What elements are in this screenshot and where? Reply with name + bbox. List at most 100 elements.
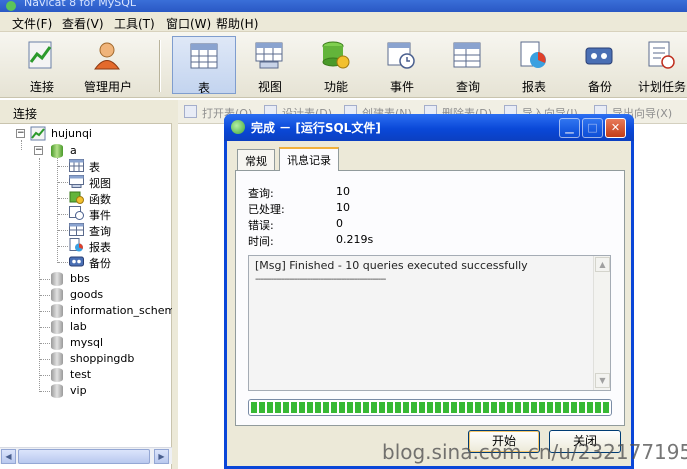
collapse-icon[interactable]: −	[16, 129, 25, 138]
menu-window[interactable]: 窗口(W)	[166, 15, 211, 32]
report-icon	[520, 41, 546, 68]
tree-connection-hujunqi[interactable]: − hujunqi	[16, 126, 166, 142]
tree-item-events[interactable]: 事件	[58, 206, 168, 222]
log-separator: ----------------------------------------…	[255, 274, 386, 285]
toolbar-view-button[interactable]: 视图	[238, 36, 302, 94]
log-message: [Msg] Finished - 10 queries executed suc…	[255, 259, 528, 272]
main-title-bar: Navicat 8 for MySQL	[0, 0, 687, 12]
toolbar-function-button[interactable]: 功能	[304, 36, 368, 94]
toolbar-manage-users-button[interactable]: 管理用户	[76, 36, 140, 94]
tree-db-bbs[interactable]: bbs	[40, 271, 170, 287]
run-sql-file-dialog: 完成 － [运行SQL文件] ▁ □ ✕ 常规 讯息记录 查询: 10 已处理:…	[224, 114, 634, 469]
backup-icon	[69, 256, 84, 267]
toolbar-event-button[interactable]: 事件	[370, 36, 434, 94]
tree-db-information-schema[interactable]: information_schema	[40, 303, 182, 319]
message-log-panel: 查询: 10 已处理: 10 错误: 0 时间: 0.219s [Msg] Fi…	[235, 170, 625, 426]
report-icon	[69, 238, 83, 252]
dialog-title: 完成 － [运行SQL文件]	[251, 121, 381, 135]
view-icon	[255, 42, 283, 69]
stat-label-processed: 已处理:	[248, 203, 285, 216]
stat-value-time: 0.219s	[336, 233, 374, 246]
tree-item-queries[interactable]: 查询	[58, 222, 168, 238]
database-icon	[51, 384, 63, 398]
message-log-textarea[interactable]: [Msg] Finished - 10 queries executed suc…	[248, 255, 611, 391]
navicat-logo-icon	[231, 120, 245, 134]
database-icon	[51, 368, 63, 382]
stat-label-time: 时间:	[248, 235, 274, 248]
toolbar-separator	[159, 40, 161, 92]
event-icon	[387, 42, 415, 69]
menu-file[interactable]: 文件(F)	[12, 15, 52, 32]
tab-message-log[interactable]: 讯息记录	[279, 147, 339, 171]
database-icon	[51, 272, 63, 286]
dialog-tabs: 常规 讯息记录	[237, 147, 627, 171]
connect-icon	[28, 41, 52, 69]
maximize-button[interactable]: □	[582, 118, 603, 138]
connection-icon	[30, 126, 46, 141]
scroll-thumb[interactable]	[18, 449, 150, 464]
tab-general[interactable]: 常规	[237, 149, 275, 170]
navicat-logo-icon	[6, 1, 16, 11]
user-icon	[94, 42, 120, 70]
scroll-up-icon[interactable]: ▲	[595, 257, 610, 272]
menu-tools[interactable]: 工具(T)	[114, 15, 155, 32]
collapse-icon[interactable]: −	[34, 146, 43, 155]
close-window-button[interactable]: ✕	[605, 118, 626, 138]
minimize-button[interactable]: ▁	[559, 118, 580, 138]
watermark-text: blog.sina.com.cn/u/2321771957	[382, 440, 687, 464]
tree-db-goods[interactable]: goods	[40, 287, 170, 303]
main-window-title: Navicat 8 for MySQL	[24, 0, 137, 9]
function-icon	[322, 41, 350, 69]
backup-icon	[585, 47, 613, 65]
database-icon	[51, 336, 63, 350]
database-icon	[51, 320, 63, 334]
table-icon	[190, 43, 218, 69]
tree-item-functions[interactable]: 函数	[58, 190, 168, 206]
tree-item-reports[interactable]: 报表	[58, 238, 168, 254]
scroll-left-icon[interactable]: ◀	[1, 449, 16, 464]
query-icon	[69, 223, 84, 236]
tree-db-a[interactable]: − a	[34, 143, 94, 159]
main-toolbar: 连接 管理用户 表 视图 功能 事件 查询 报表 备份 计划任务	[0, 32, 687, 98]
toolbar-backup-button[interactable]: 备份	[568, 36, 632, 94]
scroll-down-icon[interactable]: ▼	[595, 373, 610, 388]
connection-pane-header: 连接	[0, 100, 172, 124]
tree-item-views[interactable]: 视图	[58, 174, 168, 190]
connection-pane: 连接 − hujunqi − a 表 视图 函数 事件 查询 报表 备份 bbs…	[0, 100, 182, 469]
tree-item-backups[interactable]: 备份	[58, 254, 168, 270]
query-icon	[453, 42, 481, 68]
menu-bar: 文件(F) 查看(V) 工具(T) 窗口(W) 帮助(H)	[0, 12, 687, 32]
scroll-right-icon[interactable]: ▶	[154, 449, 169, 464]
event-icon	[69, 206, 84, 220]
tree-db-vip[interactable]: vip	[40, 383, 170, 399]
view-icon	[69, 175, 84, 188]
database-open-icon	[51, 144, 63, 158]
menu-view[interactable]: 查看(V)	[62, 15, 104, 32]
database-icon	[51, 352, 63, 366]
toolbar-connect-button[interactable]: 连接	[10, 36, 74, 94]
database-icon	[51, 288, 63, 302]
function-icon	[69, 191, 84, 204]
open-table-icon	[184, 105, 197, 118]
toolbar-schedule-button[interactable]: 计划任务	[634, 36, 687, 94]
tree-db-test[interactable]: test	[40, 367, 170, 383]
stat-label-errors: 错误:	[248, 219, 274, 232]
tree-db-lab[interactable]: lab	[40, 319, 170, 335]
tree-db-shoppingdb[interactable]: shoppingdb	[40, 351, 170, 367]
stat-value-processed: 10	[336, 201, 350, 214]
tree-db-mysql[interactable]: mysql	[40, 335, 170, 351]
toolbar-table-button[interactable]: 表	[172, 36, 236, 95]
stat-value-errors: 0	[336, 217, 343, 230]
menu-help[interactable]: 帮助(H)	[216, 15, 258, 32]
dialog-title-bar[interactable]: 完成 － [运行SQL文件] ▁ □ ✕	[224, 114, 634, 141]
tree-item-tables[interactable]: 表	[58, 158, 168, 174]
toolbar-report-button[interactable]: 报表	[502, 36, 566, 94]
progress-bar	[248, 399, 612, 416]
stat-value-queries: 10	[336, 185, 350, 198]
table-icon	[69, 159, 84, 172]
schedule-icon	[648, 41, 675, 69]
log-vertical-scrollbar[interactable]: ▲ ▼	[593, 256, 610, 390]
horizontal-scrollbar[interactable]: ◀ ▶	[0, 447, 172, 464]
stat-label-queries: 查询:	[248, 187, 274, 200]
toolbar-query-button[interactable]: 查询	[436, 36, 500, 94]
